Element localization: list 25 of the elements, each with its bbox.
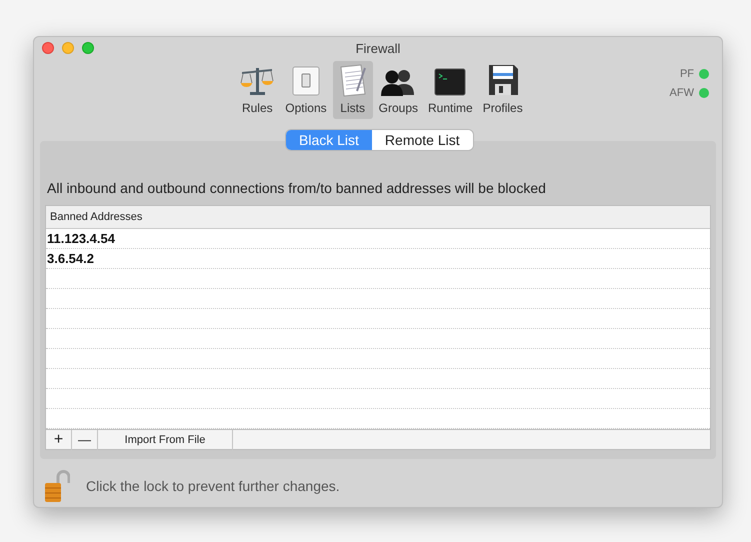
toolbar-tab[interactable]: Groups bbox=[374, 61, 422, 119]
remove-button[interactable]: — bbox=[72, 430, 98, 450]
import-button[interactable]: Import From File bbox=[98, 430, 233, 450]
toolbar-tab[interactable]: Runtime bbox=[424, 61, 477, 119]
switch-icon bbox=[290, 65, 322, 97]
add-button[interactable]: + bbox=[46, 430, 72, 450]
status-label: PF bbox=[680, 67, 694, 82]
people-icon bbox=[380, 67, 416, 97]
close-button[interactable] bbox=[42, 42, 54, 54]
column-header[interactable]: Banned Addresses bbox=[46, 208, 142, 226]
minimize-button[interactable] bbox=[62, 42, 74, 54]
status-label: AFW bbox=[670, 86, 694, 100]
table-cell-text: 11.123.4.54 bbox=[46, 230, 115, 248]
terminal-icon bbox=[434, 67, 466, 97]
lock-icon[interactable] bbox=[44, 469, 70, 503]
toolbar-tab[interactable]: Options bbox=[281, 61, 331, 119]
toolbar-tab[interactable]: Profiles bbox=[478, 61, 527, 119]
scales-icon bbox=[239, 65, 276, 97]
toolbar-tab[interactable]: Lists bbox=[332, 61, 373, 119]
lock-hint: Click the lock to prevent further changes. bbox=[86, 476, 340, 496]
description-text: All inbound and outbound connections from/to banned addresses will be blocked bbox=[47, 179, 547, 198]
zoom-button[interactable] bbox=[82, 42, 94, 54]
toolbar-tab[interactable]: Rules bbox=[235, 61, 280, 119]
table-cell-text: 3.6.54.2 bbox=[46, 250, 94, 268]
window-title: Firewall bbox=[356, 40, 400, 58]
